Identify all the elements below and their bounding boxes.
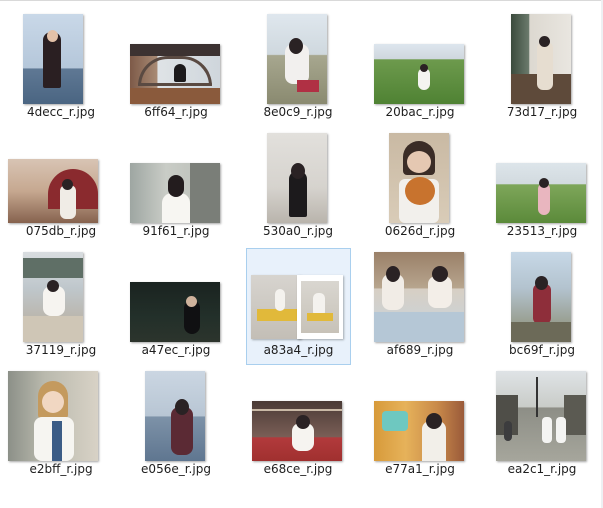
file-name-label: 4decc_r.jpg xyxy=(26,105,96,119)
file-name-label: 0626d_r.jpg xyxy=(384,224,456,238)
file-grid-view: 4decc_r.jpg 6ff64_r.jpg 8e0c9_r.jpg 20ba… xyxy=(0,0,603,508)
file-name-label: e2bff_r.jpg xyxy=(29,462,93,476)
file-name-label: a47ec_r.jpg xyxy=(141,343,211,357)
file-item[interactable]: 530a0_r.jpg xyxy=(237,129,359,247)
file-name-label: 075db_r.jpg xyxy=(25,224,97,238)
file-item[interactable]: bc69f_r.jpg xyxy=(481,248,603,366)
image-thumbnail[interactable] xyxy=(130,163,220,223)
file-item[interactable]: e77a1_r.jpg xyxy=(359,367,481,485)
image-thumbnail[interactable] xyxy=(252,401,342,461)
file-item[interactable]: a47ec_r.jpg xyxy=(115,248,237,366)
file-name-label: 20bac_r.jpg xyxy=(385,105,455,119)
divider-top xyxy=(0,0,603,1)
image-thumbnail[interactable] xyxy=(496,163,586,223)
file-name-label: e68ce_r.jpg xyxy=(263,462,333,476)
folder-item-selected[interactable]: a83a4_r.jpg xyxy=(246,248,351,365)
file-item[interactable]: 20bac_r.jpg xyxy=(359,10,481,128)
file-item[interactable]: e2bff_r.jpg xyxy=(0,367,122,485)
file-item[interactable]: 37119_r.jpg xyxy=(0,248,122,366)
file-name-label: af689_r.jpg xyxy=(386,343,454,357)
file-item[interactable]: 23513_r.jpg xyxy=(481,129,603,247)
file-name-label: ea2c1_r.jpg xyxy=(507,462,577,476)
file-item[interactable]: 6ff64_r.jpg xyxy=(115,10,237,128)
file-item[interactable]: e68ce_r.jpg xyxy=(237,367,359,485)
image-thumbnail[interactable] xyxy=(23,252,83,342)
file-name-label: e056e_r.jpg xyxy=(141,462,211,476)
file-item[interactable]: 075db_r.jpg xyxy=(0,129,122,247)
file-item[interactable]: 91f61_r.jpg xyxy=(115,129,237,247)
file-name-label: 37119_r.jpg xyxy=(25,343,97,357)
image-thumbnail[interactable] xyxy=(389,133,449,223)
image-thumbnail[interactable] xyxy=(130,282,220,342)
image-thumbnail[interactable] xyxy=(8,371,98,461)
image-thumbnail[interactable] xyxy=(130,44,220,104)
file-name-label: 91f61_r.jpg xyxy=(142,224,210,238)
folder-preview-right xyxy=(297,275,343,339)
file-item[interactable]: af689_r.jpg xyxy=(359,248,481,366)
file-item[interactable]: e056e_r.jpg xyxy=(115,367,237,485)
file-name-label: bc69f_r.jpg xyxy=(509,343,575,357)
file-name-label: e77a1_r.jpg xyxy=(385,462,455,476)
file-item[interactable]: 73d17_r.jpg xyxy=(481,10,603,128)
image-thumbnail[interactable] xyxy=(8,159,98,223)
image-thumbnail[interactable] xyxy=(511,252,571,342)
image-thumbnail[interactable] xyxy=(374,252,464,342)
image-thumbnail[interactable] xyxy=(374,401,464,461)
file-name-label: a83a4_r.jpg xyxy=(263,343,334,357)
file-name-label: 6ff64_r.jpg xyxy=(144,105,208,119)
image-thumbnail[interactable] xyxy=(496,371,586,461)
image-thumbnail[interactable] xyxy=(267,14,327,104)
image-thumbnail[interactable] xyxy=(145,371,205,461)
file-item[interactable]: 4decc_r.jpg xyxy=(0,10,122,128)
file-name-label: 23513_r.jpg xyxy=(506,224,578,238)
file-name-label: 8e0c9_r.jpg xyxy=(263,105,333,119)
file-name-label: 530a0_r.jpg xyxy=(262,224,334,238)
image-thumbnail[interactable] xyxy=(23,14,83,104)
folder-preview-left xyxy=(251,275,301,339)
image-thumbnail[interactable] xyxy=(511,14,571,104)
file-item[interactable]: 0626d_r.jpg xyxy=(359,129,481,247)
image-thumbnail[interactable] xyxy=(267,133,327,223)
file-item[interactable]: ea2c1_r.jpg xyxy=(481,367,603,485)
file-item[interactable]: 8e0c9_r.jpg xyxy=(237,10,359,128)
image-thumbnail[interactable] xyxy=(374,44,464,104)
file-name-label: 73d17_r.jpg xyxy=(506,105,578,119)
